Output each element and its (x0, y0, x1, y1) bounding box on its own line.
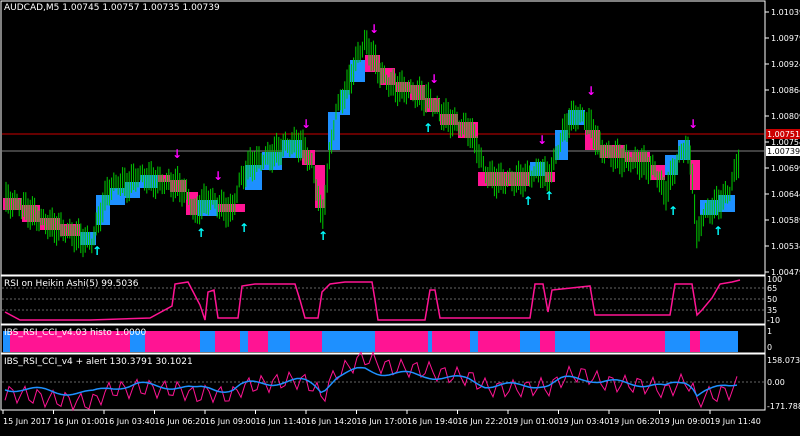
histo-bar-bull (322, 331, 375, 352)
price-axis: 1.01039 1.00979 1.00924 1.00864 1.00809 1.007… (765, 8, 800, 277)
histo-bar-bear (432, 331, 470, 352)
time-tick-label: 16 Jun 19:40 (407, 417, 458, 426)
time-tick-label: 16 Jun 03:40 (104, 417, 155, 426)
histo-bar-bear (158, 331, 200, 352)
down-arrow-icon: ↓ (172, 147, 182, 161)
cci-tick-max: 158.0731 (767, 356, 800, 365)
ha-block-bull (665, 155, 678, 175)
histo-bar-bear (590, 331, 665, 352)
price-tick-label: 1.01039 (771, 8, 800, 17)
histo-bar-bear (215, 331, 240, 352)
histo-bar-bull (428, 331, 432, 352)
rsi-tick-65: 65 (767, 284, 777, 293)
time-tick-label: 19 Jun 03:40 (559, 417, 610, 426)
rsi-tick-100: 100 (767, 275, 782, 284)
up-arrow-icon: ↑ (318, 229, 328, 243)
time-tick-label: 16 Jun 06:20 (155, 417, 206, 426)
signal-arrows: ↑ ↑ ↑ ↑ ↑ ↑ ↑ ↑ ↑ ↓ ↓ ↓ ↓ ↓ ↓ ↓ ↓ (92, 22, 723, 258)
rsi-tick-minus10: -10 (767, 316, 780, 325)
histo-bar-bull (268, 331, 272, 352)
down-arrow-icon: ↓ (537, 133, 547, 147)
time-tick-label: 19 Jun 11:40 (710, 417, 761, 426)
symbol-label: AUDCAD,M5 1.00745 1.00757 1.00735 1.0073… (4, 3, 220, 13)
price-tick-label: 1.00979 (771, 34, 800, 43)
ha-block-bull (700, 200, 718, 215)
histo-bar-bull (272, 331, 290, 352)
ha-block-bear (690, 160, 700, 190)
down-arrow-icon: ↓ (429, 72, 439, 86)
histo-bar-bear (248, 331, 268, 352)
histo-bar-bull (665, 331, 690, 352)
time-tick-label: 16 Jun 11:40 (256, 417, 307, 426)
histo-bar-bear (540, 331, 555, 352)
rsi-tick-35: 35 (767, 306, 777, 315)
heikin-ashi-blocks (3, 55, 735, 245)
histo-tick-1: 1 (767, 327, 772, 336)
price-tick-label: 1.00534 (771, 242, 800, 251)
rsi-panel-label: RSI on Heikin Ashi(5) 99.5036 (4, 279, 139, 289)
ha-block-bear (545, 172, 555, 182)
histo-bar-bear (145, 331, 158, 352)
ha-block-bull (555, 130, 568, 160)
cci-tick-zero: 0.00 (767, 378, 785, 387)
price-tick-label: 1.00699 (771, 164, 800, 173)
price-tick-label: 1.00864 (771, 86, 800, 95)
down-arrow-icon: ↓ (301, 117, 311, 131)
time-tick-label: 16 Jun 22:20 (458, 417, 509, 426)
time-tick-label: 16 Jun 09:00 (205, 417, 256, 426)
chart-canvas[interactable]: ↑↑↑↑↑↑↑↑↑↓↓↓↓↓↓↓↓ 1.010391.009791.009241… (0, 0, 800, 432)
histo-bar-bull (520, 331, 540, 352)
up-arrow-icon: ↑ (668, 204, 678, 218)
up-arrow-icon: ↑ (523, 194, 533, 208)
time-axis: 15 Jun 2017 16 Jun 01:00 16 Jun 03:40 16 Ju… (2, 410, 761, 426)
cci-panel-label: IBS_RSI_CCI_v4 + alert 130.3791 30.1021 (4, 357, 193, 367)
histo-bar-bear (690, 331, 700, 352)
time-tick-label: 15 Jun 2017 (3, 417, 51, 426)
mt4-chart-window: ↑↑↑↑↑↑↑↑↑↓↓↓↓↓↓↓↓ 1.010391.009791.009241… (0, 0, 800, 432)
down-arrow-icon: ↓ (586, 84, 596, 98)
histo-bar-bear (290, 331, 322, 352)
histo-bar-bull (470, 331, 478, 352)
main-panel-frame (0, 0, 766, 276)
time-tick-label: 16 Jun 01:00 (54, 417, 105, 426)
bid-price-text: 1.00739 (767, 147, 800, 156)
price-tick-label: 1.00644 (771, 190, 800, 199)
down-arrow-icon: ↓ (688, 117, 698, 131)
ask-price-text: 1.00751 (767, 130, 800, 139)
cci-tick-min: -171.7883 (767, 402, 800, 411)
up-arrow-icon: ↑ (196, 226, 206, 240)
histo-bar-bull (555, 331, 590, 352)
price-tick-label: 1.00754 (771, 138, 800, 147)
histo-bar-bear (375, 331, 428, 352)
ha-block-bear (302, 150, 315, 165)
histo-bar-bull (700, 331, 738, 352)
histo-bar-bull (200, 331, 215, 352)
ha-block-bear (186, 192, 198, 215)
histo-bar-bull (240, 331, 248, 352)
up-arrow-icon: ↑ (544, 189, 554, 203)
histo-tick-0: 0 (767, 343, 772, 352)
down-arrow-icon: ↓ (213, 169, 223, 183)
time-tick-label: 16 Jun 14:20 (306, 417, 357, 426)
price-tick-label: 1.00924 (771, 60, 800, 69)
up-arrow-icon: ↑ (92, 244, 102, 258)
price-tick-label: 1.00589 (771, 216, 800, 225)
up-arrow-icon: ↑ (239, 221, 249, 235)
time-tick-label: 19 Jun 06:20 (609, 417, 660, 426)
price-tick-label: 1.00809 (771, 112, 800, 121)
up-arrow-icon: ↑ (713, 224, 723, 238)
time-tick-label: 19 Jun 09:00 (660, 417, 711, 426)
rsi-tick-50: 50 (767, 295, 777, 304)
histo-bar-bear (478, 331, 520, 352)
time-tick-label: 16 Jun 17:00 (357, 417, 408, 426)
ha-block-bull (350, 60, 365, 82)
ha-block-bear (600, 145, 625, 158)
time-tick-label: 19 Jun 01:00 (508, 417, 559, 426)
down-arrow-icon: ↓ (369, 22, 379, 36)
histo-panel-label: IBS_RSI_CCI_v4.03 histo 1.0000 (4, 328, 147, 338)
up-arrow-icon: ↑ (423, 121, 433, 135)
